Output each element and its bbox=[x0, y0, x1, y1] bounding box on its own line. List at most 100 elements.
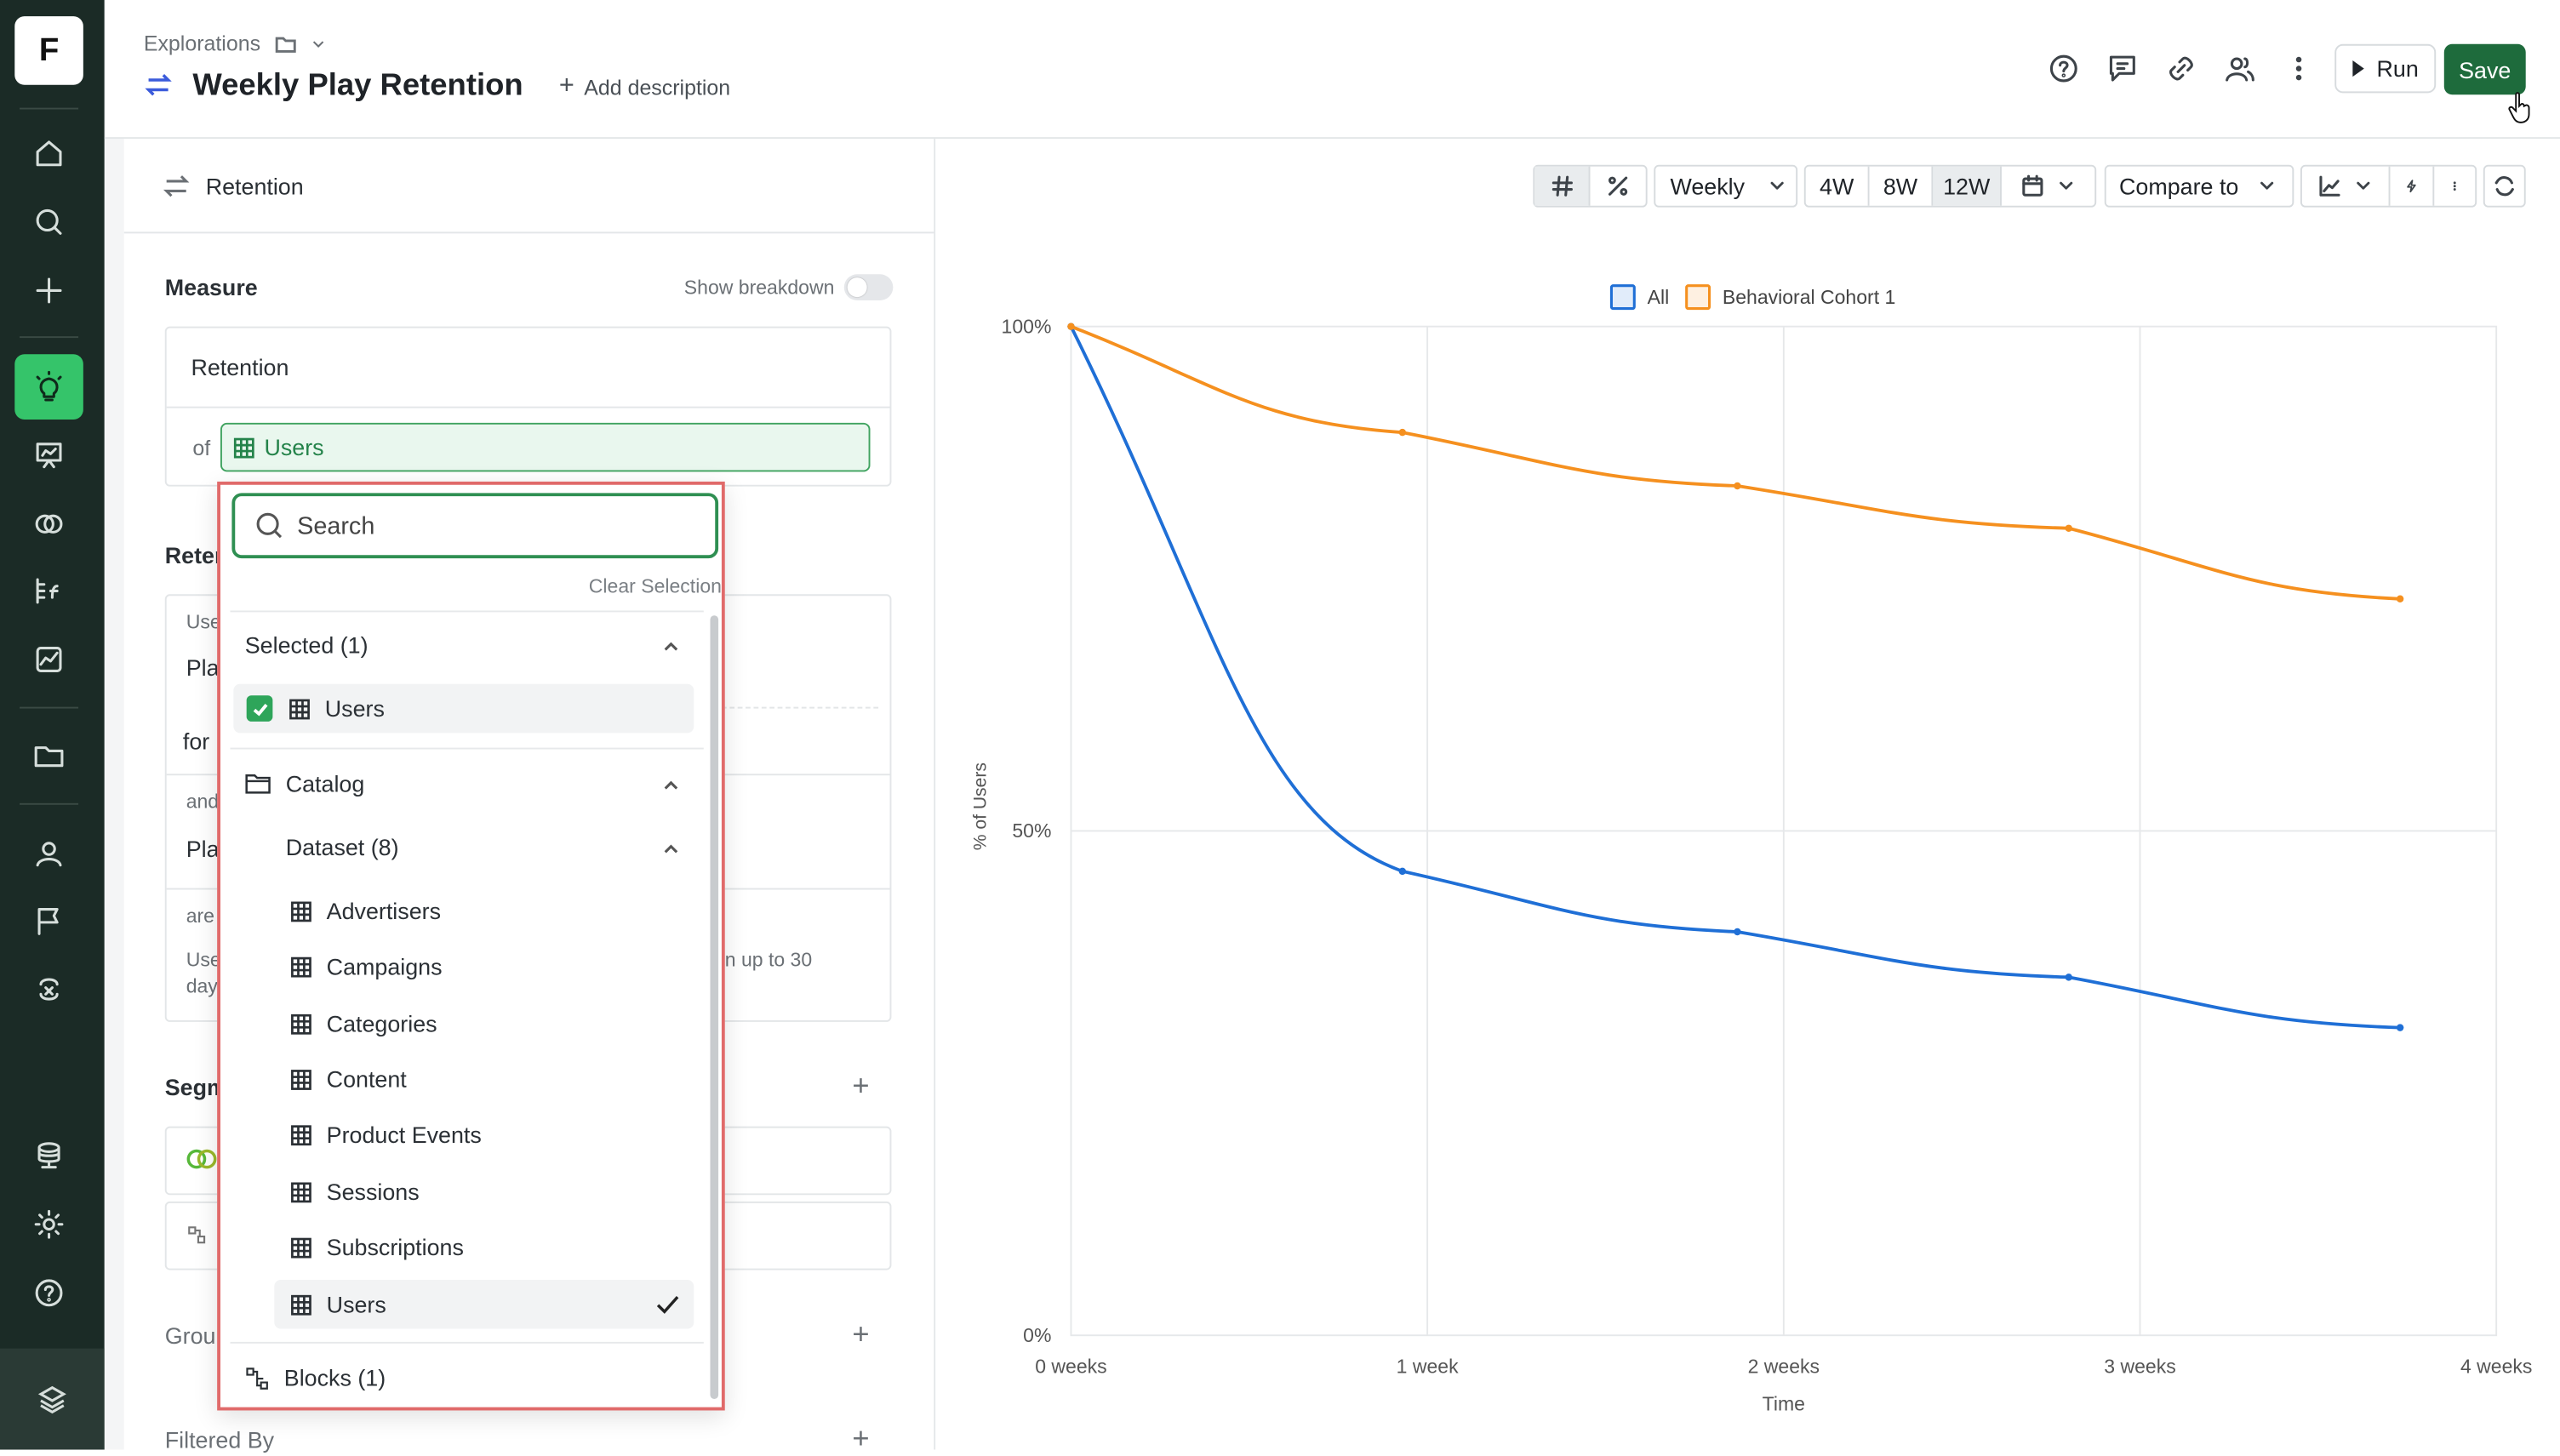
user-icon[interactable] bbox=[14, 821, 83, 887]
dashboard-chart-icon[interactable] bbox=[14, 627, 83, 693]
blocks-header-label: Blocks (1) bbox=[283, 1364, 386, 1391]
dataset-item-selected[interactable]: Users bbox=[274, 1280, 694, 1329]
table-grid-icon bbox=[291, 1181, 311, 1202]
dataset-item[interactable]: Product Events bbox=[233, 1110, 694, 1159]
of-label: of bbox=[192, 435, 211, 460]
run-button[interactable]: Run bbox=[2334, 43, 2437, 94]
experiments-icon[interactable] bbox=[14, 956, 83, 1022]
dataset-item[interactable]: Content bbox=[233, 1054, 694, 1104]
dataset-item[interactable]: Categories bbox=[233, 999, 694, 1048]
share-users-icon[interactable] bbox=[2220, 49, 2260, 89]
table-grid-icon bbox=[291, 1293, 311, 1315]
plus-icon[interactable] bbox=[14, 258, 83, 323]
explorations-bulb-icon[interactable] bbox=[14, 354, 83, 420]
data-point bbox=[2396, 595, 2404, 602]
comment-icon[interactable] bbox=[2103, 49, 2142, 89]
metrics-fx-icon[interactable] bbox=[14, 558, 83, 624]
card-dashed-divider bbox=[721, 706, 879, 709]
panel-header-label: Retention bbox=[205, 172, 304, 199]
retention-line-chart: 0 weeks 1 week 2 weeks 3 weeks 4 weeks 100% 50… bbox=[971, 284, 2532, 1414]
x-axis-label: Time bbox=[1763, 1392, 1805, 1414]
app-logo[interactable]: F bbox=[14, 16, 83, 85]
dataset-item[interactable]: Sessions bbox=[233, 1168, 694, 1217]
data-point bbox=[1734, 928, 1741, 936]
breadcrumb[interactable]: Explorations bbox=[144, 31, 326, 55]
run-label: Run bbox=[2376, 55, 2419, 82]
chevron-up-icon bbox=[661, 837, 681, 857]
left-rail: F bbox=[0, 0, 105, 1450]
search-input[interactable] bbox=[294, 510, 693, 541]
selected-section-header[interactable]: Selected (1) bbox=[233, 620, 694, 670]
criteria-fragment: Pla bbox=[186, 654, 220, 681]
presentation-icon[interactable] bbox=[14, 423, 83, 488]
add-group-plus-icon[interactable]: + bbox=[852, 1317, 869, 1351]
blocks-section-header[interactable]: Blocks (1) bbox=[233, 1353, 694, 1402]
checkbox-checked-icon[interactable] bbox=[246, 695, 273, 722]
add-description-label: Add description bbox=[584, 74, 731, 100]
more-vertical-icon[interactable] bbox=[2279, 49, 2318, 89]
y-axis-label: % of Users bbox=[971, 762, 991, 850]
catalog-section-header[interactable]: Catalog bbox=[233, 759, 694, 808]
add-filter-plus-icon[interactable]: + bbox=[852, 1422, 869, 1456]
help-icon[interactable] bbox=[14, 1260, 83, 1326]
measure-card: Retention of Users bbox=[164, 326, 892, 487]
criteria-fragment: for bbox=[182, 728, 210, 755]
show-breakdown-toggle[interactable]: Show breakdown bbox=[684, 274, 894, 300]
clear-selection-link[interactable]: Clear Selection bbox=[589, 574, 722, 597]
table-grid-icon bbox=[291, 900, 311, 922]
add-description-button[interactable]: + Add description bbox=[559, 71, 730, 101]
x-tick-label: 4 weeks bbox=[2460, 1355, 2532, 1377]
page-title[interactable]: Weekly Play Retention bbox=[192, 69, 523, 105]
dataset-item-label: Users bbox=[326, 1291, 386, 1318]
rail-divider bbox=[20, 802, 79, 805]
y-tick-label: 0% bbox=[1023, 1324, 1051, 1346]
retention-swap-icon bbox=[163, 174, 190, 197]
folder-icon[interactable] bbox=[14, 723, 83, 789]
search-icon bbox=[256, 512, 283, 539]
settings-gear-icon[interactable] bbox=[14, 1191, 83, 1257]
dropdown-divider bbox=[230, 747, 704, 750]
dataset-item-label: Categories bbox=[326, 1010, 437, 1037]
toggle-switch[interactable] bbox=[843, 274, 894, 300]
dataset-item[interactable]: Campaigns bbox=[233, 942, 694, 991]
table-grid-icon bbox=[291, 1236, 311, 1258]
table-grid-icon bbox=[291, 1013, 311, 1034]
save-label: Save bbox=[2459, 56, 2511, 83]
save-button[interactable]: Save bbox=[2443, 43, 2526, 95]
dropdown-scrollbar[interactable] bbox=[710, 615, 719, 1400]
measure-name[interactable]: Retention bbox=[166, 328, 890, 408]
plus-icon: + bbox=[558, 71, 574, 100]
data-point bbox=[1067, 323, 1075, 330]
entity-chip[interactable]: Users bbox=[220, 422, 871, 472]
cohorts-icon[interactable] bbox=[14, 491, 83, 557]
dataset-item[interactable]: Subscriptions bbox=[233, 1223, 694, 1272]
home-icon[interactable] bbox=[14, 121, 83, 186]
dataset-item-label: Sessions bbox=[326, 1179, 420, 1205]
flag-icon[interactable] bbox=[14, 888, 83, 954]
search-icon[interactable] bbox=[14, 190, 83, 255]
database-icon[interactable] bbox=[14, 1123, 83, 1189]
dataset-item[interactable]: Advertisers bbox=[233, 887, 694, 936]
table-grid-icon bbox=[291, 1069, 311, 1089]
selected-item[interactable]: Users bbox=[233, 683, 694, 734]
entity-picker-dropdown: Clear Selection Selected (1) Users Catal… bbox=[217, 481, 725, 1411]
rail-divider bbox=[20, 706, 79, 709]
help-icon[interactable] bbox=[2044, 49, 2083, 89]
legend-swatch bbox=[1685, 284, 1711, 311]
panel-header[interactable]: Retention bbox=[123, 139, 934, 234]
blocks-icon bbox=[188, 1226, 206, 1244]
page-header: Explorations Weekly Play Retention + Add … bbox=[104, 0, 2560, 140]
link-icon[interactable] bbox=[2162, 49, 2201, 89]
dataset-item-label: Content bbox=[326, 1065, 407, 1093]
dataset-section-header[interactable]: Dataset (8) bbox=[233, 823, 694, 872]
search-field[interactable] bbox=[231, 493, 719, 559]
chevron-up-icon bbox=[661, 774, 681, 793]
add-segment-plus-icon[interactable]: + bbox=[852, 1070, 869, 1104]
brand-mark-icon[interactable] bbox=[0, 1348, 105, 1450]
group-section-label: Grou bbox=[164, 1322, 216, 1349]
filtered-by-label: Filtered By bbox=[164, 1426, 275, 1453]
selected-item-label: Users bbox=[324, 695, 385, 722]
data-point bbox=[1398, 867, 1407, 876]
retention-section-label: Reter bbox=[164, 541, 224, 568]
series-line bbox=[1070, 324, 2401, 601]
